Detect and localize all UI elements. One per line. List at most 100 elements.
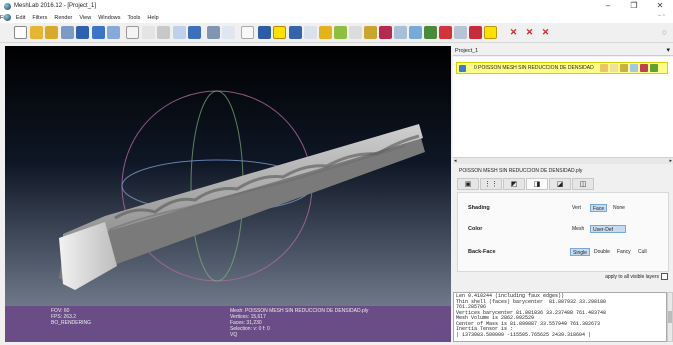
new-file-icon[interactable] <box>14 26 27 39</box>
menu-filters[interactable]: Filters <box>32 15 47 21</box>
scroll-right-icon[interactable]: ▸ <box>669 158 672 164</box>
text-annotation-icon[interactable] <box>258 26 271 39</box>
points-icon[interactable] <box>142 26 155 39</box>
visibility-eye-icon[interactable] <box>459 64 466 72</box>
maximize-button[interactable]: ❐ <box>621 0 647 12</box>
select-icon[interactable] <box>304 26 317 39</box>
tab-wire[interactable]: ◩ <box>503 178 525 190</box>
tab-points[interactable]: ⋮⋮ <box>480 178 502 190</box>
tab-fill[interactable]: ◨ <box>526 178 548 190</box>
layer-color-icon[interactable] <box>639 64 648 72</box>
backface-fancy-option[interactable]: Fancy <box>615 248 633 256</box>
shading-label: Shading <box>468 205 490 211</box>
layer-list: 0 POISSON MESH SIN REDUCCION DE DENSIDAD <box>453 57 673 157</box>
delete-all-icon[interactable]: ✕ <box>523 26 536 39</box>
snapshot-icon[interactable] <box>92 26 105 39</box>
selected-mesh-label: POISSON MESH SIN REDUCCION DE DENSIDAD.p… <box>459 168 583 174</box>
search-icon[interactable]: ○ <box>658 26 671 39</box>
tab-misc[interactable]: ◫ <box>572 178 594 190</box>
layer-texture-icon[interactable] <box>649 64 658 72</box>
layer-points-icon[interactable] <box>609 64 618 72</box>
render-stats: FOV: 60 FPS: 263.2 BO_RENDERING <box>51 308 91 326</box>
import-icon[interactable] <box>61 26 74 39</box>
flat-shading-icon[interactable] <box>173 26 186 39</box>
open-folder-icon[interactable] <box>30 26 43 39</box>
toolbar: ✕ ✕ ✕ ○ <box>0 23 673 43</box>
light-icon[interactable] <box>207 26 220 39</box>
shading-vert-option[interactable]: Vert <box>570 204 583 212</box>
apply-all-label: apply to all visible layers <box>605 274 659 280</box>
cut-icon[interactable] <box>364 26 377 39</box>
layer-row-0[interactable]: 0 POISSON MESH SIN REDUCCION DE DENSIDAD <box>456 62 668 74</box>
backface-cull-option[interactable]: Cull <box>636 248 649 256</box>
mesh-render[interactable] <box>5 46 451 306</box>
shading-face-option[interactable]: Face <box>590 204 608 212</box>
close-button[interactable]: ✕ <box>647 0 673 12</box>
render-properties: Shading Vert Face None Color Mesh User-D… <box>457 192 669 272</box>
layers-icon[interactable] <box>107 26 120 39</box>
menu-windows[interactable]: Windows <box>98 15 120 21</box>
select-faces-icon[interactable] <box>439 26 452 39</box>
export-icon[interactable] <box>76 26 89 39</box>
info-icon[interactable] <box>484 26 497 39</box>
layer-list-scrollbar[interactable]: ◂ ▸ <box>453 157 673 164</box>
menu-render[interactable]: Render <box>54 15 72 21</box>
rgb-icon[interactable] <box>409 26 422 39</box>
log-line: | 1373083.500000 -115505.765625 2439.318… <box>456 331 592 338</box>
wireframe-icon[interactable] <box>157 26 170 39</box>
mdi-controls[interactable]: – ▫ <box>658 13 665 19</box>
manipulator-icon[interactable] <box>241 26 254 39</box>
bounding-box-icon[interactable] <box>126 26 139 39</box>
fancy-light-icon[interactable] <box>222 26 235 39</box>
color-mesh-option[interactable]: Mesh <box>570 225 586 233</box>
console-scrollbar[interactable] <box>667 292 673 342</box>
menu-view[interactable]: View <box>79 15 91 21</box>
zoom-tool-icon[interactable] <box>424 26 437 39</box>
mesh-stats: Mesh: POISSON MESH SIN REDUCCION DE DENS… <box>230 308 368 338</box>
shading-none-option[interactable]: None <box>611 204 627 212</box>
project-title: Project_1 <box>455 48 479 54</box>
project-header: Project_1 ▾ <box>453 46 673 56</box>
edit-icon[interactable] <box>349 26 362 39</box>
window-title: MeshLab 2016.12 - [Project_1] <box>14 3 97 9</box>
3d-viewport[interactable] <box>5 46 451 306</box>
layer-name: 0 POISSON MESH SIN REDUCCION DE DENSIDAD <box>474 65 594 71</box>
delete-selected-icon[interactable]: ✕ <box>539 26 552 39</box>
backface-double-option[interactable]: Double <box>592 248 612 256</box>
tab-bbox[interactable]: ▣ <box>457 178 479 190</box>
delete-face-icon[interactable] <box>469 26 482 39</box>
layer-bbox-icon[interactable] <box>599 64 608 72</box>
layer-dialog: Project_1 ▾ 0 POISSON MESH SIN REDUCCION… <box>453 46 673 342</box>
console-scroll-thumb[interactable] <box>668 311 672 323</box>
save-icon[interactable] <box>45 26 58 39</box>
log-console[interactable]: Len 0.410244 (including faux edges)) Thin… <box>453 292 667 342</box>
title-bar: MeshLab 2016.12 - [Project_1] – ❐ ✕ <box>0 0 673 12</box>
menu-edit[interactable]: Edit <box>16 15 25 21</box>
apply-all-checkbox[interactable] <box>661 273 668 280</box>
backface-single-option[interactable]: Single <box>570 248 590 256</box>
render-tabs: ▣ ⋮⋮ ◩ ◨ ◪ ◫ <box>457 178 669 192</box>
colorize-icon[interactable] <box>394 26 407 39</box>
vq-text: VQ <box>230 332 238 338</box>
paint-icon[interactable] <box>289 26 302 39</box>
align-icon[interactable] <box>319 26 332 39</box>
smooth-shading-icon[interactable] <box>188 26 201 39</box>
delete-vertex-icon[interactable]: ✕ <box>507 26 520 39</box>
tab-texture[interactable]: ◪ <box>549 178 571 190</box>
select-vertices-icon[interactable] <box>454 26 467 39</box>
dock-float-icon[interactable]: ▾ <box>666 46 670 56</box>
measure-icon[interactable] <box>273 26 286 39</box>
pick-points-icon[interactable] <box>334 26 347 39</box>
layer-wire-icon[interactable] <box>619 64 628 72</box>
layer-flat-icon[interactable] <box>629 64 638 72</box>
viewport-info-bar: FOV: 60 FPS: 263.2 BO_RENDERING Mesh: PO… <box>5 306 451 342</box>
minimize-button[interactable]: – <box>595 0 621 12</box>
paint-brush-icon[interactable] <box>379 26 392 39</box>
menu-help[interactable]: Help <box>147 15 158 21</box>
scroll-left-icon[interactable]: ◂ <box>454 158 457 164</box>
menu-tools[interactable]: Tools <box>128 15 141 21</box>
document-icon <box>4 14 11 21</box>
render-mode-text: BO_RENDERING <box>51 320 92 326</box>
menu-bar: File Edit Filters Render View Windows To… <box>0 12 673 23</box>
color-userdef-option[interactable]: User-Def <box>590 225 626 233</box>
